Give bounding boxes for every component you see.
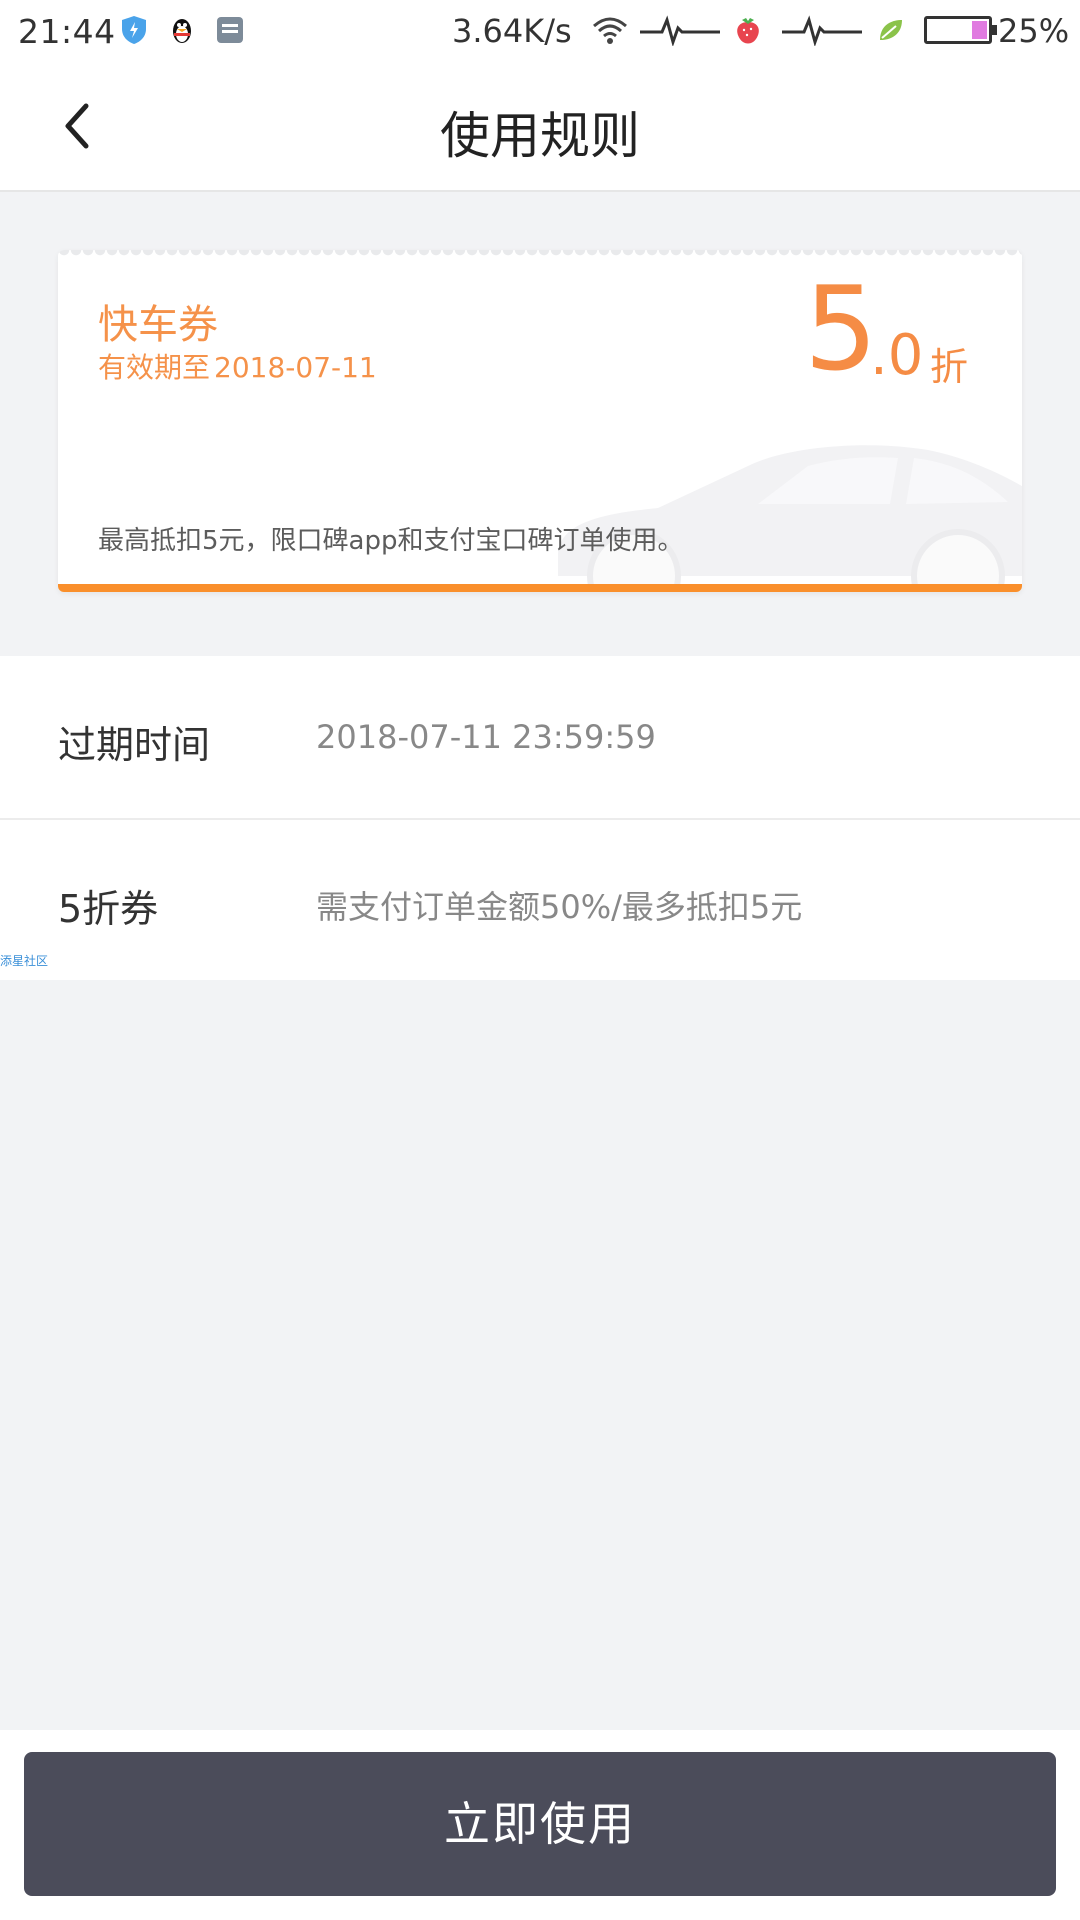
leaf-icon <box>874 14 906 46</box>
page: 21:44 3.64K/s 25% 使用规则 快车券 有效期至 2018-07-… <box>0 0 1080 1920</box>
discount-decimal: .0 <box>870 323 924 388</box>
rules-list: 过期时间 2018-07-11 23:59:59 5折券 需支付订单金额50%/… <box>0 656 1080 980</box>
wifi-icon <box>590 14 630 46</box>
card-scallop-edge <box>58 250 1022 260</box>
qq-penguin-icon <box>166 14 198 46</box>
coupon-validity: 有效期至 2018-07-11 <box>98 346 377 386</box>
use-now-button[interactable]: 立即使用 <box>24 1752 1056 1896</box>
coupon-card: 快车券 有效期至 2018-07-11 5 .0 折 最高抵扣5元，限口碑app和… <box>58 250 1022 592</box>
discount-type-value: 需支付订单金额50%/最多抵扣5元 <box>316 888 803 926</box>
strawberry-icon <box>732 14 764 46</box>
shield-icon <box>118 14 150 46</box>
status-bar: 21:44 3.64K/s 25% <box>0 0 1080 62</box>
coupon-note: 最高抵扣5元，限口碑app和支付宝口碑订单使用。 <box>98 526 684 556</box>
battery-level <box>972 21 987 39</box>
discount-integer: 5 <box>804 262 878 397</box>
discount-unit: 折 <box>930 345 969 389</box>
status-time: 21:44 <box>18 12 116 51</box>
battery-icon <box>924 16 997 44</box>
network-speed: 3.64K/s <box>452 12 572 50</box>
nav-header: 使用规则 <box>0 62 1080 192</box>
battery-percent: 25% <box>998 12 1070 50</box>
coupon-name: 快车券 <box>98 302 218 348</box>
list-item: 5折券 需支付订单金额50%/最多抵扣5元 <box>0 818 1080 980</box>
card-accent-bar <box>58 584 1022 592</box>
page-title: 使用规则 <box>440 107 640 165</box>
activity-icon <box>782 14 862 47</box>
expiry-label: 过期时间 <box>58 723 211 767</box>
discount-type-label: 5折券 <box>58 887 159 931</box>
activity-icon <box>640 14 720 47</box>
watermark: 添星社区 <box>0 954 49 968</box>
list-item: 过期时间 2018-07-11 23:59:59 <box>0 656 1080 818</box>
coupon-validity-date: 2018-07-11 <box>214 351 377 384</box>
notes-icon <box>214 14 246 46</box>
expiry-value: 2018-07-11 23:59:59 <box>316 718 656 756</box>
coupon-validity-label: 有效期至 <box>98 351 211 384</box>
car-silhouette-icon <box>558 445 1022 592</box>
